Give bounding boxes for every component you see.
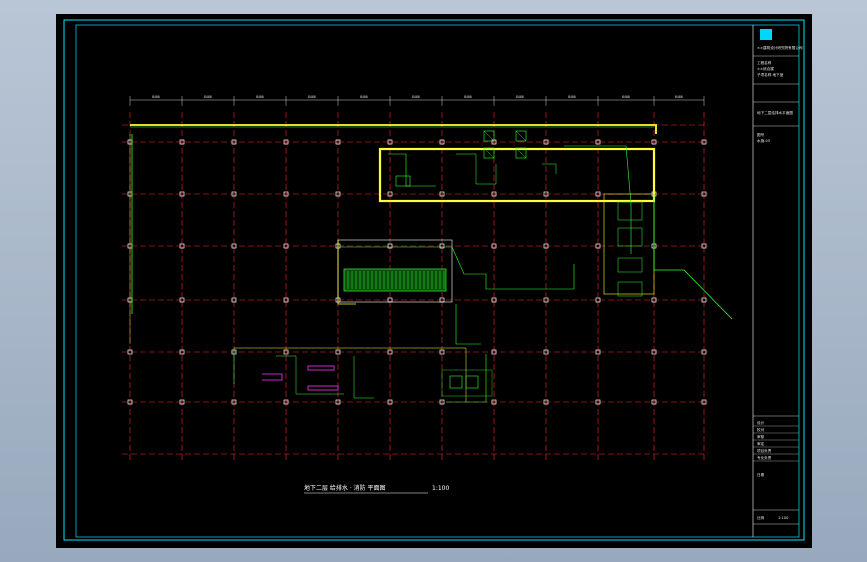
stamp-cell: 水施-05	[757, 138, 770, 143]
plan-geometry	[129, 124, 733, 403]
footer-label: 比例	[757, 515, 765, 520]
stamp-cell: 图号	[757, 132, 765, 137]
drawing-sheet: ××建筑设计研究院有限公司 工程名称 ××综合楼 子项名称 地下室 地下二层给排…	[56, 14, 812, 548]
tank	[395, 175, 411, 187]
title-block-label: 项目负责	[757, 448, 772, 453]
dimension-label: 8400	[256, 95, 264, 99]
equipment-cabinet	[617, 201, 643, 221]
dimension-label: 8400	[152, 95, 160, 99]
title-block-label: 审定	[757, 441, 765, 446]
title-block-label: 设计	[757, 420, 765, 425]
magenta-fixture	[262, 373, 283, 381]
pump-unit	[449, 375, 463, 389]
equipment-cabinet	[617, 257, 643, 273]
dimension-label: 8400	[308, 95, 316, 99]
magenta-fixture	[307, 385, 339, 391]
dimension-label: 8400	[360, 95, 368, 99]
company-name: ××建筑设计研究院有限公司	[757, 45, 803, 50]
dimension-label: 8400	[516, 95, 524, 99]
project-line: ××综合楼	[757, 66, 774, 71]
equipment-cabinet	[617, 227, 643, 247]
company-logo-icon	[760, 29, 772, 40]
drawing-title: 地下二层 给排水 · 消防 平面图	[304, 484, 386, 492]
magenta-fixture	[307, 365, 335, 371]
pump-room	[378, 147, 656, 203]
dimension-label: 8400	[412, 95, 420, 99]
drawing-name: 地下二层给排水平面图	[757, 110, 793, 115]
dimension-label: 8400	[464, 95, 472, 99]
title-block-label: 专业负责	[757, 455, 772, 460]
cad-drawing: ××建筑设计研究院有限公司 工程名称 ××综合楼 子项名称 地下室 地下二层给排…	[63, 19, 805, 541]
dimension-label: 8400	[204, 95, 212, 99]
stamp-cell: 日期	[757, 472, 765, 477]
title-block-label: 校对	[757, 427, 765, 432]
pump-unit	[465, 375, 479, 389]
dimension-label: 8400	[622, 95, 630, 99]
title-block-label: 审核	[757, 434, 765, 439]
dimension-label: 8400	[568, 95, 576, 99]
project-line: 子项名称 地下室	[757, 72, 784, 77]
footer-value: 1:100	[778, 516, 789, 520]
north-wall	[130, 124, 657, 134]
dimension-label: 8400	[675, 95, 683, 99]
title-block: ××建筑设计研究院有限公司 工程名称 ××综合楼 子项名称 地下室 地下二层给排…	[752, 25, 803, 537]
dimension-chain: 8400 8400 8400 8400 8400 8400 8400 8400 8400 8400…	[129, 95, 705, 106]
project-line: 工程名称	[757, 60, 772, 65]
drawing-scale: 1:100	[432, 485, 449, 492]
hatched-tank	[343, 268, 447, 292]
